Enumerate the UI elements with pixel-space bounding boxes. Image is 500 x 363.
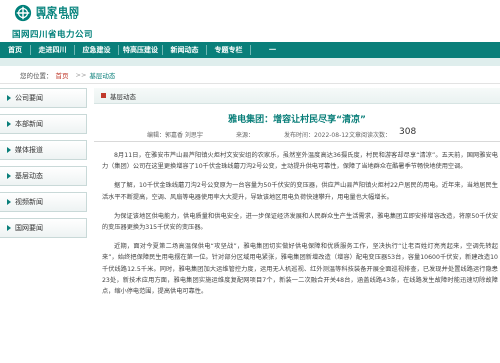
arrow-right-icon	[7, 121, 11, 127]
arrow-right-icon	[7, 173, 11, 179]
nav-more[interactable]: 一	[251, 42, 294, 58]
article-views-label: 文章阅读次数：	[349, 132, 392, 139]
article-title: 雅电集团：增容让村民尽享“清凉”	[228, 115, 366, 125]
article-body: 8月11日，在雅安市芦山县芦阳镇火炬村文安安组的农家乐，虽然室外温度高达36摄氏…	[102, 150, 498, 305]
nav-emergency[interactable]: 应急建设	[75, 42, 118, 58]
sidebar-item-label: 本部新闻	[15, 120, 43, 128]
article-source: 来源：	[236, 132, 255, 139]
article-date: 发布时间：2022-08-12	[284, 132, 349, 139]
article-meta: 编辑：郭嘉香 刘思宇 来源： 发布时间：2022-08-12 文章阅读次数： 3…	[94, 127, 500, 142]
breadcrumb-divider	[0, 83, 500, 84]
nav-topics[interactable]: 专题专栏	[207, 42, 250, 58]
breadcrumb-current[interactable]: 基层动态	[89, 70, 115, 80]
sidebar-item-sgcc-news[interactable]: 国网要闻	[0, 218, 87, 238]
sidebar-item-grassroots[interactable]: 基层动态	[0, 166, 87, 186]
breadcrumb-separator: >>	[75, 71, 87, 79]
article-panel: 基层动态 雅电集团：增容让村民尽享“清凉” 编辑：郭嘉香 刘思宇 来源： 发布时…	[94, 88, 500, 363]
nav-home[interactable]: 首页	[0, 42, 30, 58]
section-header: 基层动态	[94, 88, 500, 104]
article-paragraph: 8月11日，在雅安市芦山县芦阳镇火炬村文安安组的农家乐，虽然室外温度高达36摄氏…	[102, 152, 498, 171]
main-nav: 首页 走进四川 应急建设 特高压建设 新闻动态 专题专栏 一	[0, 42, 500, 58]
company-name: 国网四川省电力公司	[12, 30, 94, 40]
state-grid-logo-icon[interactable]	[14, 4, 32, 22]
article-paragraph: 近期，面对今夏第二场高温保供电“攻坚战”，雅电集团切实做好供电保障和优质服务工作…	[102, 243, 498, 296]
nav-news[interactable]: 新闻动态	[163, 42, 206, 58]
site-header: 国家电网 STATE GRID 国网四川省电力公司	[0, 0, 500, 42]
section-title: 基层动态	[110, 93, 136, 101]
sidebar-item-label: 公司要闻	[15, 94, 43, 102]
sidebar-item-video[interactable]: 视频新闻	[0, 192, 87, 212]
breadcrumb-home[interactable]: 首页	[56, 70, 69, 80]
section-marker-icon	[101, 93, 106, 98]
sidebar-item-label: 基层动态	[15, 172, 43, 180]
article-paragraph: 据了解，10千伏金珠线蘑刀沟2号公变原为一台容量为50千伏安的变压器，供应芦山县…	[102, 182, 498, 201]
nav-strip	[0, 58, 500, 66]
sidebar-item-label: 视频新闻	[15, 198, 43, 206]
article-views-count: 308	[399, 127, 417, 137]
sidebar-item-media[interactable]: 媒体报道	[0, 140, 87, 160]
breadcrumb: 您的位置： 首页 >> 基层动态	[20, 70, 115, 80]
brand-name-en[interactable]: STATE GRID	[37, 15, 78, 21]
breadcrumb-prefix: 您的位置：	[20, 72, 53, 80]
sidebar-item-hq-news[interactable]: 本部新闻	[0, 114, 87, 134]
article-paragraph: 为保证该地区供电能力，供电质量和供电安全，进一步保证经济发展和人民群众生产生活需…	[102, 212, 498, 232]
nav-about[interactable]: 走进四川	[31, 42, 74, 58]
arrow-right-icon	[7, 147, 11, 153]
arrow-right-icon	[7, 225, 11, 231]
sidebar-item-label: 国网要闻	[15, 224, 43, 232]
sidebar-item-label: 媒体报道	[15, 146, 43, 154]
sidebar: 公司要闻 本部新闻 媒体报道 基层动态 视频新闻 国网要闻	[0, 88, 87, 244]
arrow-right-icon	[7, 95, 11, 101]
article-editor: 编辑：郭嘉香 刘思宇	[147, 132, 203, 139]
sidebar-item-company-news[interactable]: 公司要闻	[0, 88, 87, 108]
arrow-right-icon	[7, 199, 11, 205]
nav-uhv[interactable]: 特高压建设	[119, 42, 162, 58]
